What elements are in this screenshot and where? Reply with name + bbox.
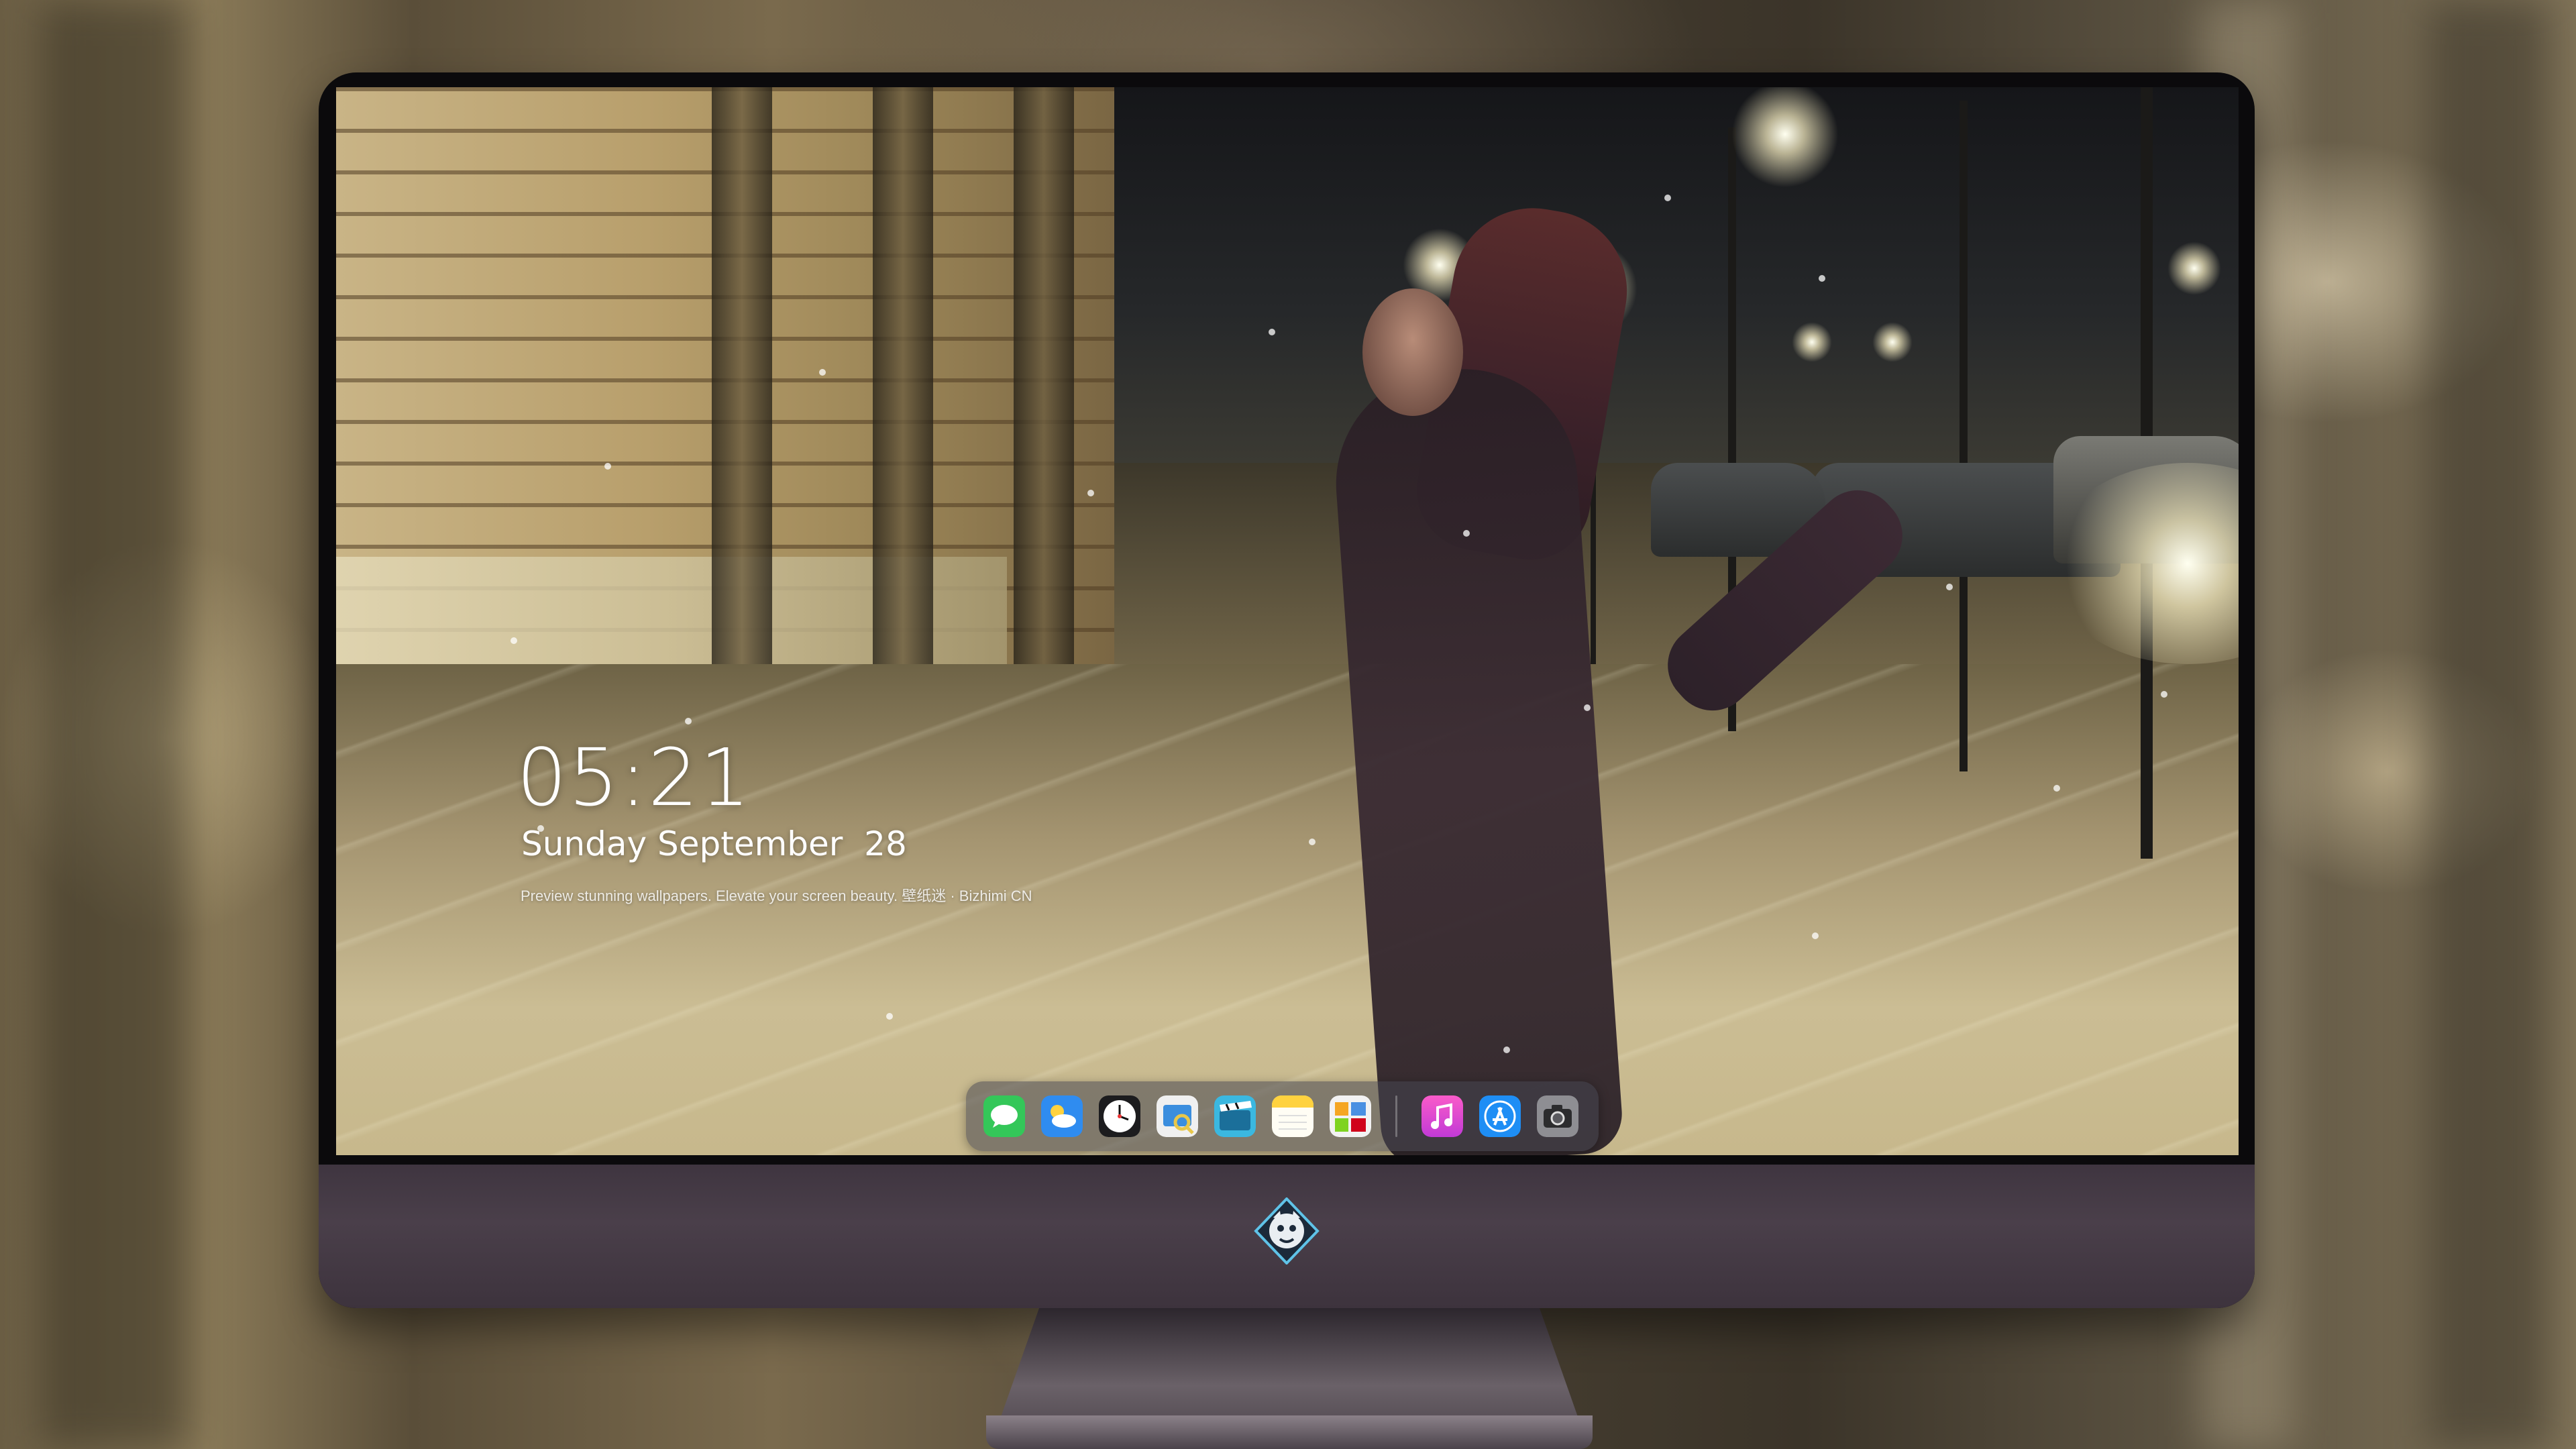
camera-icon[interactable] [1537, 1095, 1578, 1137]
monitor-stand-base [986, 1415, 1593, 1449]
notes-icon[interactable] [1272, 1095, 1313, 1137]
lockscreen-tagline: Preview stunning wallpapers. Elevate you… [521, 888, 1032, 904]
lockscreen-date: Sunday September 28 [521, 824, 907, 863]
photo-gallery-icon[interactable] [1330, 1095, 1371, 1137]
mascot-logo-icon [1253, 1197, 1320, 1265]
clock-icon[interactable] [1099, 1095, 1140, 1137]
dock [966, 1081, 1599, 1151]
wallpaper-man-head [1362, 288, 1463, 416]
preview-icon[interactable] [1157, 1095, 1198, 1137]
wallpaper-night-sky [1114, 87, 2239, 463]
weather-icon[interactable] [1041, 1095, 1083, 1137]
dock-divider [1395, 1095, 1397, 1137]
video-editor-icon[interactable] [1214, 1095, 1256, 1137]
desktop-screen: 05:21 Sunday September 28 Preview stunni… [336, 87, 2239, 1155]
lockscreen-time: 05:21 [517, 731, 752, 824]
music-icon[interactable] [1421, 1095, 1463, 1137]
app-store-icon[interactable] [1479, 1095, 1521, 1137]
messages-icon[interactable] [983, 1095, 1025, 1137]
